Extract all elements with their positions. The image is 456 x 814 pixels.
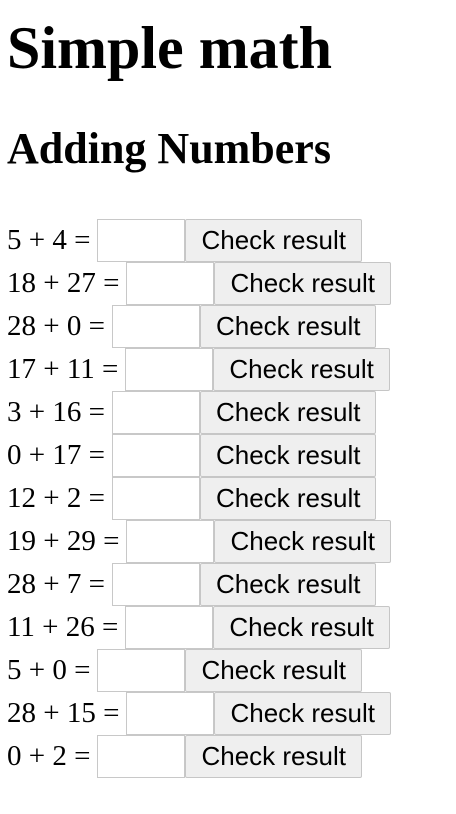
problem-row: 0 + 17 = Check result [7,434,456,477]
answer-input[interactable] [111,305,200,348]
answer-input[interactable] [126,520,215,563]
section-heading: Adding Numbers [7,124,331,173]
check-result-button[interactable]: Check result [213,606,390,649]
answer-input[interactable] [126,262,215,305]
problem-row: 28 + 15 = Check result [7,692,456,735]
problem-expression: 28 + 0 = [7,310,105,342]
check-result-button[interactable]: Check result [199,477,377,520]
problem-row: 5 + 4 = Check result [7,219,456,262]
problem-expression: 5 + 0 = [7,654,91,686]
problem-list: 5 + 4 = Check result 18 + 27 = Check res… [7,219,456,778]
check-result-button[interactable]: Check result [185,735,362,778]
answer-input[interactable] [97,649,186,692]
page-container: Simple math Adding Numbers 5 + 4 = Check… [0,0,456,778]
problem-expression: 0 + 2 = [7,740,91,772]
problem-row: 28 + 7 = Check result [7,563,456,606]
problem-expression: 28 + 7 = [7,568,105,600]
problem-row: 18 + 27 = Check result [7,262,456,305]
check-result-button[interactable]: Check result [214,692,391,735]
problem-expression: 12 + 2 = [7,482,105,514]
check-result-button[interactable]: Check result [199,305,377,348]
check-result-button[interactable]: Check result [213,348,390,391]
page-title: Simple math [7,15,333,81]
answer-input[interactable] [111,563,200,606]
answer-input[interactable] [111,391,200,434]
problem-expression: 18 + 27 = [7,267,120,299]
problem-row: 11 + 26 = Check result [7,606,456,649]
answer-input[interactable] [97,735,186,778]
answer-input[interactable] [126,692,215,735]
answer-input[interactable] [125,606,214,649]
problem-expression: 28 + 15 = [7,697,120,729]
check-result-button[interactable]: Check result [199,391,377,434]
answer-input[interactable] [125,348,214,391]
problem-row: 0 + 2 = Check result [7,735,456,778]
check-result-button[interactable]: Check result [214,262,391,305]
check-result-button[interactable]: Check result [185,219,362,262]
check-result-button[interactable]: Check result [199,563,377,606]
problem-expression: 19 + 29 = [7,525,120,557]
check-result-button[interactable]: Check result [214,520,391,563]
problem-row: 17 + 11 = Check result [7,348,456,391]
problem-row: 28 + 0 = Check result [7,305,456,348]
problem-expression: 17 + 11 = [7,353,119,385]
problem-expression: 5 + 4 = [7,224,91,256]
answer-input[interactable] [111,434,200,477]
problem-row: 19 + 29 = Check result [7,520,456,563]
check-result-button[interactable]: Check result [185,649,362,692]
answer-input[interactable] [97,219,186,262]
problem-row: 5 + 0 = Check result [7,649,456,692]
problem-row: 12 + 2 = Check result [7,477,456,520]
problem-expression: 0 + 17 = [7,439,105,471]
problem-expression: 11 + 26 = [7,611,119,643]
problem-row: 3 + 16 = Check result [7,391,456,434]
answer-input[interactable] [111,477,200,520]
check-result-button[interactable]: Check result [199,434,377,477]
problem-expression: 3 + 16 = [7,396,105,428]
